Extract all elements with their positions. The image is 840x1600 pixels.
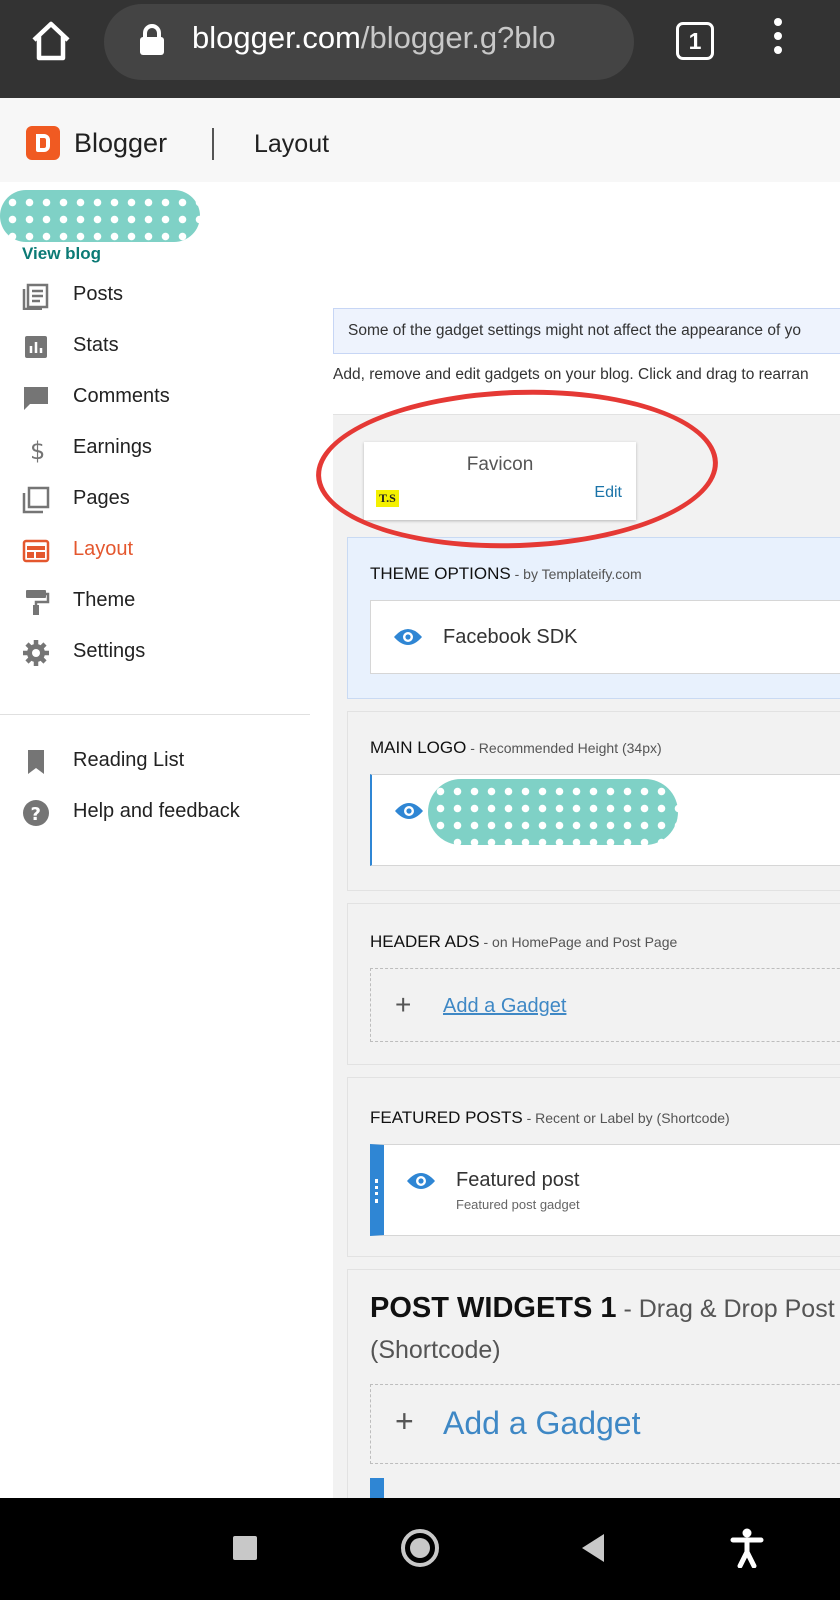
browser-toolbar: blogger.com/blogger.g?blo 1	[0, 0, 840, 98]
redacted-blog-name	[0, 190, 200, 242]
home-icon[interactable]	[28, 18, 74, 64]
settings-notice: Some of the gadget settings might not af…	[333, 308, 840, 354]
app-header: Blogger Layout	[0, 98, 840, 182]
add-gadget-post-widgets[interactable]: + Add a Gadget	[370, 1384, 840, 1464]
sidebar-item-posts[interactable]: Posts	[0, 271, 310, 321]
blogger-logo-icon[interactable]	[26, 126, 60, 160]
gadget-featured-post[interactable]: Featured post Featured post gadget	[370, 1144, 840, 1236]
lock-icon	[140, 24, 164, 55]
posts-icon	[22, 283, 49, 310]
svg-text:$: $	[30, 437, 45, 463]
sidebar-item-settings[interactable]: Settings	[0, 628, 310, 678]
more-options-icon[interactable]	[768, 18, 788, 62]
sidebar-item-label: Posts	[73, 283, 124, 305]
accessibility-icon[interactable]	[730, 1528, 764, 1568]
gadget-main-logo[interactable]	[370, 774, 840, 866]
app-name: Blogger	[74, 128, 168, 158]
sidebar-item-label: Earnings	[73, 436, 152, 458]
add-gadget-link[interactable]: Add a Gadget	[443, 995, 566, 1018]
bookmark-icon	[28, 750, 44, 774]
section-title: THEME OPTIONS - by Templateify.com	[370, 564, 642, 583]
eye-icon[interactable]	[406, 1171, 436, 1191]
comments-icon	[24, 387, 48, 410]
sidebar-item-earnings[interactable]: $ Earnings	[0, 424, 310, 474]
gadget-description: Featured post gadget	[456, 1197, 580, 1212]
paint-roller-icon	[26, 590, 50, 615]
plus-icon: +	[395, 989, 412, 1020]
favicon-preview: T.S	[376, 490, 399, 507]
svg-text:?: ?	[31, 804, 41, 825]
gadget-facebook-sdk[interactable]: Facebook SDK	[370, 600, 840, 674]
section-header-ads: HEADER ADS - on HomePage and Post Page +…	[347, 903, 840, 1065]
plus-icon: +	[395, 1403, 414, 1439]
sidebar-item-label: Pages	[73, 487, 130, 509]
sidebar-item-label: Reading List	[73, 749, 185, 771]
url-text[interactable]: blogger.com/blogger.g?blo	[192, 20, 612, 56]
section-theme-options: THEME OPTIONS - by Templateify.com Faceb…	[347, 537, 840, 699]
sidebar-item-reading-list[interactable]: Reading List	[0, 737, 310, 787]
recents-icon[interactable]	[233, 1536, 257, 1560]
page-title: Layout	[254, 130, 330, 158]
back-icon[interactable]	[582, 1534, 604, 1562]
sidebar-item-label: Help and feedback	[73, 800, 240, 822]
sidebar-item-comments[interactable]: Comments	[0, 373, 310, 423]
system-nav-bar	[0, 1498, 840, 1600]
section-post-widgets: POST WIDGETS 1 - Drag & Drop Post W (Sho…	[347, 1269, 840, 1498]
favicon-title: Favicon	[466, 454, 534, 475]
sidebar-item-theme[interactable]: Theme	[0, 577, 310, 627]
gadget-name: Featured post	[456, 1169, 580, 1191]
next-gadget-handle	[370, 1478, 384, 1498]
sidebar-item-label: Layout	[73, 538, 134, 560]
section-title: POST WIDGETS 1 - Drag & Drop Post W	[370, 1292, 840, 1324]
tab-switcher-button[interactable]: 1	[676, 22, 714, 60]
sidebar-divider	[0, 714, 310, 715]
gear-icon	[23, 640, 49, 666]
add-gadget-header-ads[interactable]: + Add a Gadget	[370, 968, 840, 1042]
stats-icon	[25, 336, 47, 358]
layout-icon	[22, 539, 50, 563]
layout-main: Some of the gadget settings might not af…	[333, 182, 840, 1498]
sidebar-item-label: Theme	[73, 589, 136, 611]
section-main-logo: MAIN LOGO - Recommended Height (34px)	[347, 711, 840, 891]
eye-icon[interactable]	[394, 801, 424, 821]
drag-handle[interactable]	[375, 1179, 379, 1203]
sidebar-item-label: Comments	[73, 385, 170, 407]
header-divider	[212, 128, 214, 160]
section-subtitle-continued: (Shortcode)	[370, 1336, 501, 1364]
home-circle-icon[interactable]	[401, 1529, 439, 1567]
section-title: MAIN LOGO - Recommended Height (34px)	[370, 738, 662, 757]
section-title: FEATURED POSTS - Recent or Label by (Sho…	[370, 1108, 730, 1127]
favicon-edit-link[interactable]: Edit	[594, 484, 622, 502]
gadget-name: Facebook SDK	[443, 626, 578, 648]
layout-canvas: Favicon T.S Edit THEME OPTIONS - by Temp…	[333, 414, 840, 1498]
sidebar-item-help[interactable]: ? Help and feedback	[0, 788, 310, 838]
sidebar-item-pages[interactable]: Pages	[0, 475, 310, 525]
section-title: HEADER ADS - on HomePage and Post Page	[370, 932, 678, 951]
section-featured-posts: FEATURED POSTS - Recent or Label by (Sho…	[347, 1077, 840, 1257]
help-icon: ?	[23, 800, 49, 826]
add-gadget-link[interactable]: Add a Gadget	[443, 1405, 640, 1442]
sidebar-item-label: Settings	[73, 640, 146, 662]
sidebar-item-stats[interactable]: Stats	[0, 322, 310, 372]
view-blog-link[interactable]: View blog	[22, 244, 101, 264]
dollar-icon: $	[30, 437, 45, 463]
favicon-gadget[interactable]: Favicon T.S Edit	[364, 442, 636, 520]
eye-icon[interactable]	[393, 627, 423, 647]
redacted-logo-scribble	[428, 779, 678, 845]
layout-help-text: Add, remove and edit gadgets on your blo…	[333, 366, 809, 383]
sidebar-item-label: Stats	[73, 334, 119, 356]
sidebar-item-layout[interactable]: Layout	[0, 526, 310, 576]
pages-icon	[22, 486, 50, 514]
